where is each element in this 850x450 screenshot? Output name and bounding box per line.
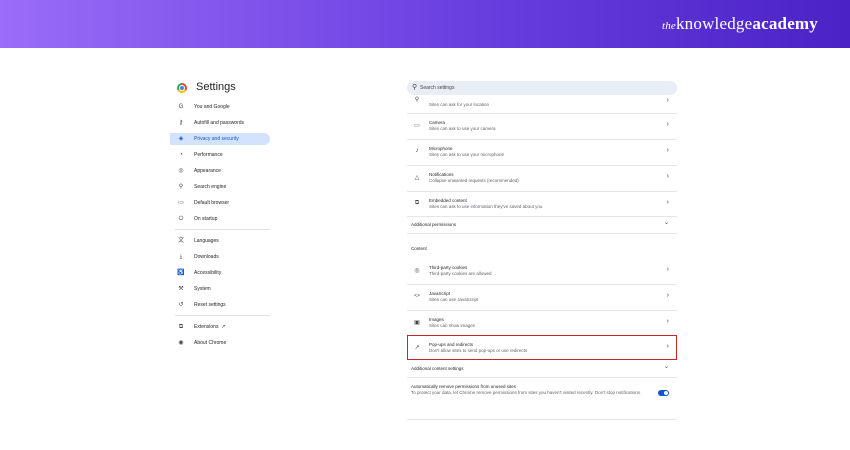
- location-icon: ⚲: [414, 97, 420, 103]
- row-divider: [407, 233, 677, 234]
- permission-row-location[interactable]: ⚲ Sites can ask for your location ›: [407, 97, 677, 111]
- settings-content: ⚲ Sites can ask for your location › ▭ Ca…: [407, 97, 677, 430]
- sidebar-item-extensions[interactable]: ⧉ Extensions ↗: [170, 321, 270, 333]
- row-divider: [407, 377, 677, 378]
- sidebar-item-default-browser[interactable]: ▭ Default browser: [170, 197, 270, 209]
- cookie-icon: ◎: [414, 268, 420, 274]
- sidebar-item-you-and-google[interactable]: G You and Google: [170, 101, 270, 113]
- camera-icon: ▭: [414, 123, 420, 129]
- content-row-third-party-cookies[interactable]: ◎ Third-party cookies Third-party cookie…: [407, 259, 677, 283]
- chevron-right-icon: ›: [666, 147, 669, 154]
- chevron-right-icon: ›: [666, 97, 669, 104]
- puzzle-icon: ⧉: [178, 324, 184, 330]
- chevron-down-icon: ⌄: [663, 220, 669, 226]
- accessibility-icon: ♿: [177, 270, 185, 276]
- sidebar-item-performance[interactable]: ◔ Performance: [170, 149, 270, 161]
- content-row-images[interactable]: ▣ Images Sites can show images ›: [407, 311, 677, 335]
- popup-icon: ↗: [414, 345, 420, 351]
- content-row-javascript[interactable]: <> JavaScript Sites can use JavaScript ›: [407, 285, 677, 309]
- row-divider: [407, 419, 677, 420]
- additional-permissions-toggle[interactable]: Additional permissions ⌄: [407, 217, 677, 233]
- permission-row-microphone[interactable]: ♪ Microphone Sites can ask to use your m…: [407, 140, 677, 164]
- additional-content-settings-toggle[interactable]: Additional content settings ⌄: [407, 361, 677, 377]
- search-engine-icon: ⚲: [178, 184, 184, 190]
- sidebar-item-downloads[interactable]: ⤓ Downloads: [170, 251, 270, 263]
- chevron-right-icon: ›: [666, 173, 669, 180]
- chevron-right-icon: ›: [666, 266, 669, 273]
- search-placeholder: Search settings: [420, 85, 455, 91]
- page-title: Settings: [196, 81, 236, 93]
- speedometer-icon: ◔: [179, 152, 183, 158]
- brand-word-academy: academy: [752, 14, 818, 33]
- chrome-logo-icon: [177, 83, 187, 93]
- sidebar-item-languages[interactable]: 文 Languages: [170, 235, 270, 247]
- bell-icon: △: [414, 175, 420, 181]
- chrome-settings-window: Settings ⚲ Search settings G You and Goo…: [170, 75, 685, 430]
- chevron-right-icon: ›: [666, 318, 669, 325]
- reset-icon: ↺: [178, 302, 184, 308]
- sidebar-divider: [175, 315, 270, 316]
- sidebar-item-autofill[interactable]: ⚷ Autofill and passwords: [170, 117, 270, 129]
- sidebar-item-privacy[interactable]: ◈ Privacy and security: [170, 133, 270, 145]
- code-icon: <>: [414, 293, 420, 299]
- chevron-right-icon: ›: [666, 343, 669, 350]
- chevron-right-icon: ›: [666, 121, 669, 128]
- sidebar-item-appearance[interactable]: ◎ Appearance: [170, 165, 270, 177]
- wrench-icon: ⚒: [178, 286, 184, 292]
- sidebar-item-system[interactable]: ⚒ System: [170, 283, 270, 295]
- power-icon: ⏻: [178, 216, 184, 222]
- open-external-icon: ↗: [221, 324, 226, 330]
- sidebar-item-search-engine[interactable]: ⚲ Search engine: [170, 181, 270, 193]
- permission-row-notifications[interactable]: △ Notifications Collapse unwanted reques…: [407, 166, 677, 190]
- content-row-pop-ups-and-redirects[interactable]: ↗ Pop-ups and redirects Don't allow site…: [407, 336, 677, 360]
- search-icon: ⚲: [412, 84, 418, 91]
- header-banner: theknowledgeacademy: [0, 0, 850, 48]
- image-icon: ▣: [414, 320, 420, 326]
- browser-icon: ▭: [178, 200, 184, 206]
- key-icon: ⚷: [178, 120, 184, 126]
- search-input[interactable]: ⚲ Search settings: [407, 81, 677, 95]
- auto-remove-permissions-setting: Automatically remove permissions from un…: [407, 379, 677, 419]
- chevron-down-icon: ⌄: [663, 364, 669, 370]
- sidebar-item-about-chrome[interactable]: ◉ About Chrome: [170, 337, 270, 349]
- chevron-right-icon: ›: [666, 199, 669, 206]
- embedded-icon: ⧉: [414, 200, 420, 206]
- chrome-icon: ◉: [178, 340, 184, 346]
- permission-row-camera[interactable]: ▭ Camera Sites can ask to use your camer…: [407, 114, 677, 138]
- shield-icon: ◈: [178, 136, 184, 142]
- sidebar-item-reset-settings[interactable]: ↺ Reset settings: [170, 299, 270, 311]
- permission-row-embedded-content[interactable]: ⧉ Embedded content Sites can ask to use …: [407, 192, 677, 216]
- brand-logo: theknowledgeacademy: [662, 14, 818, 34]
- content-section-label: Content: [411, 246, 427, 251]
- sidebar-item-on-startup[interactable]: ⏻ On startup: [170, 213, 270, 225]
- download-icon: ⤓: [179, 254, 183, 260]
- microphone-icon: ♪: [415, 148, 419, 154]
- brand-word-knowledge: knowledge: [675, 14, 753, 33]
- chevron-right-icon: ›: [666, 292, 669, 299]
- sidebar-item-accessibility[interactable]: ♿ Accessibility: [170, 267, 270, 279]
- translate-icon: 文: [177, 238, 184, 244]
- brand-prefix: the: [661, 20, 676, 32]
- sidebar-divider: [175, 229, 270, 230]
- auto-remove-toggle[interactable]: [658, 390, 669, 396]
- palette-icon: ◎: [178, 168, 184, 174]
- google-icon: G: [178, 104, 184, 110]
